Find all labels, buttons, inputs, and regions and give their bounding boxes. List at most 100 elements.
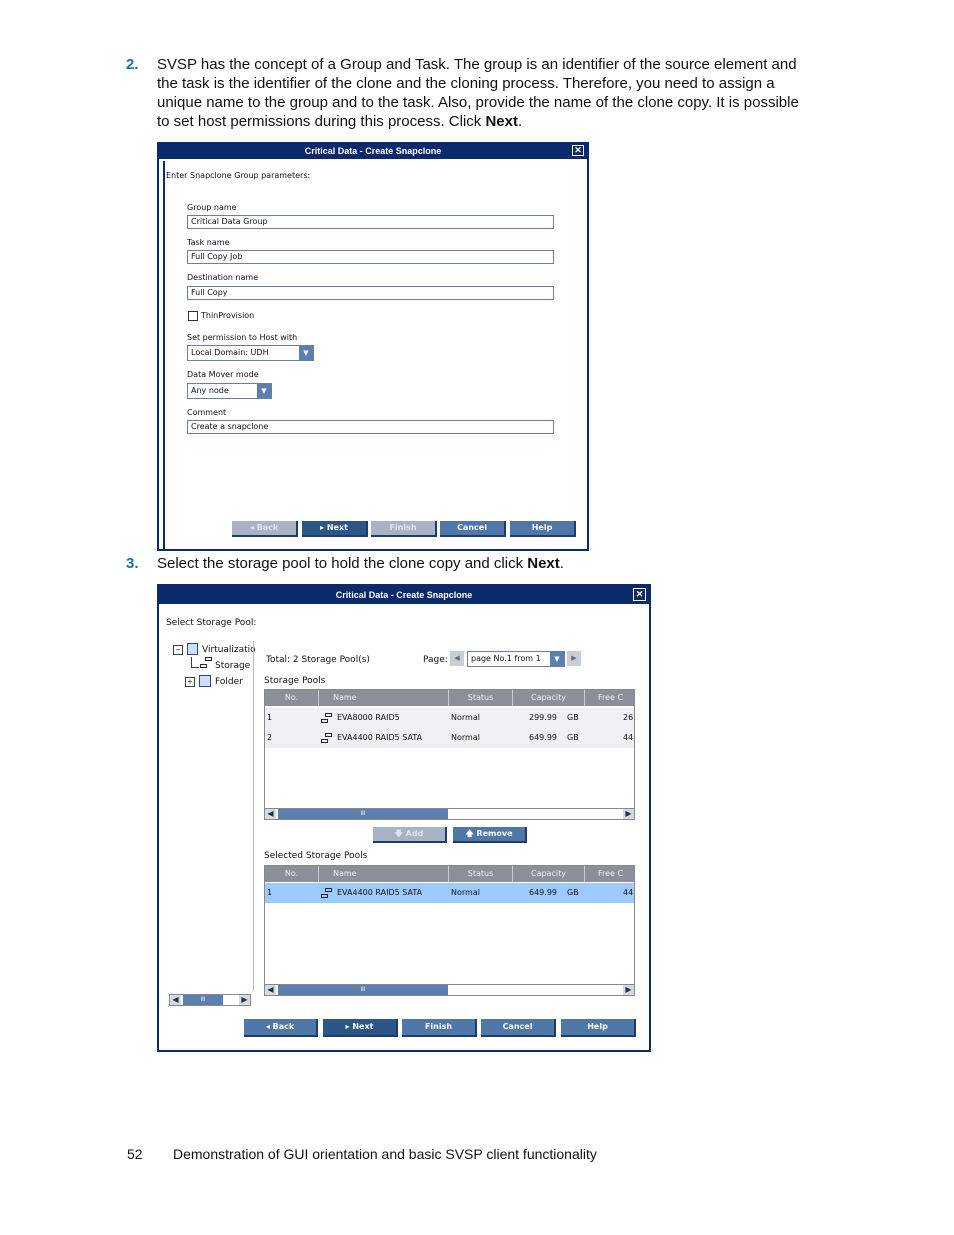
next-page-icon[interactable]: ▶	[567, 651, 581, 666]
host-permission-value: Local Domain: UDH	[191, 348, 269, 357]
step-3-period: .	[559, 555, 564, 572]
create-snapclone-dialog-1: Critical Data - Create Snapclone ✕ Enter…	[157, 142, 589, 551]
next-emphasis: Next	[527, 555, 560, 572]
folder-icon	[199, 675, 211, 687]
step-number: 3.	[126, 555, 139, 572]
col-name[interactable]: Name	[319, 866, 449, 882]
tree-item-storage[interactable]: Storage	[215, 661, 250, 671]
data-mover-label: Data Mover mode	[187, 370, 259, 379]
cancel-button[interactable]: Cancel	[440, 521, 506, 537]
chevron-down-icon[interactable]: ▼	[550, 652, 564, 666]
dialog-title: Critical Data - Create Snapclone	[304, 146, 442, 156]
col-capacity[interactable]: Capacity	[513, 690, 585, 706]
cancel-button[interactable]: Cancel	[481, 1019, 556, 1037]
step-2-period: .	[517, 113, 523, 130]
cell-status: Normal	[451, 713, 480, 722]
storage-pools-label: Storage Pools	[264, 676, 326, 686]
selected-pools-label: Selected Storage Pools	[264, 851, 368, 861]
next-label: Next	[352, 1022, 374, 1031]
prev-page-icon[interactable]: ◀	[450, 651, 464, 666]
scroll-thumb[interactable]: III	[278, 985, 448, 995]
next-button[interactable]: ▸ Next	[302, 521, 368, 537]
expand-icon[interactable]: +	[185, 677, 195, 687]
finish-label: Finish	[389, 523, 417, 532]
scroll-right-icon[interactable]: ▶	[623, 985, 634, 995]
close-icon[interactable]: ✕	[633, 588, 646, 601]
comment-input[interactable]: Create a snapclone	[187, 420, 554, 434]
cell-capacity: 649.99	[529, 888, 557, 897]
help-button[interactable]: Help	[561, 1019, 636, 1037]
remove-label: Remove	[476, 829, 513, 838]
scroll-left-icon[interactable]: ◀	[265, 809, 276, 819]
pools-horizontal-scrollbar[interactable]: ◀ III ▶	[264, 808, 635, 820]
storage-pool-icon	[200, 657, 212, 669]
host-permission-select[interactable]: Local Domain: UDH ▼	[187, 345, 314, 361]
add-button[interactable]: 🡇 Add	[373, 827, 447, 843]
table-row-selected[interactable]: 1 EVA4400 RAID5 SATA Normal 649.99 GB 44	[265, 883, 634, 903]
back-label: Back	[272, 1022, 295, 1031]
back-button[interactable]: ◂ Back	[244, 1019, 318, 1037]
page-number: 52	[127, 1146, 143, 1162]
scroll-right-icon[interactable]: ▶	[623, 809, 634, 819]
col-status[interactable]: Status	[449, 690, 513, 706]
col-name[interactable]: Name	[319, 690, 449, 706]
cell-free: 44	[623, 733, 634, 742]
selected-horizontal-scrollbar[interactable]: ◀ III ▶	[264, 984, 635, 996]
scroll-left-icon[interactable]: ◀	[170, 995, 181, 1005]
dialog-titlebar: Critical Data - Create Snapclone ✕	[159, 586, 649, 604]
pool-name: EVA4400 RAID5 SATA	[337, 888, 423, 897]
table-row[interactable]: 1 EVA8000 RAID5 Normal 299.99 GB 26	[265, 708, 634, 728]
pool-tree: − Virtualizatio Storage + Folder	[169, 641, 256, 1006]
table-header: No. Name Status Capacity Free C	[265, 866, 634, 882]
data-mover-select[interactable]: Any node ▼	[187, 383, 272, 399]
help-button[interactable]: Help	[510, 521, 576, 537]
destination-name-input[interactable]: Full Copy	[187, 286, 554, 300]
tree-item-folder[interactable]: Folder	[215, 677, 243, 687]
scroll-thumb[interactable]: III	[183, 995, 223, 1005]
table-row[interactable]: 2 EVA4400 RAID5 SATA Normal 649.99 GB 44	[265, 728, 634, 748]
chevron-down-icon[interactable]: ▼	[299, 346, 313, 360]
scroll-right-icon[interactable]: ▶	[239, 995, 250, 1005]
pool-name: EVA8000 RAID5	[337, 713, 400, 722]
step-number: 2.	[126, 56, 139, 73]
cell-name: EVA8000 RAID5	[321, 712, 400, 724]
step-text: Select the storage pool to hold the clon…	[157, 554, 807, 573]
scroll-left-icon[interactable]: ◀	[265, 985, 276, 995]
scroll-thumb[interactable]: III	[278, 809, 448, 819]
col-free[interactable]: Free C	[585, 866, 636, 882]
step-2-body: SVSP has the concept of a Group and Task…	[157, 56, 799, 130]
scroll-grip: III	[360, 811, 366, 817]
back-button[interactable]: ◂ Back	[232, 521, 298, 537]
dialog-intro: Enter Snapclone Group parameters:	[166, 171, 311, 180]
remove-button[interactable]: 🡅 Remove	[453, 827, 527, 843]
pool-name: EVA4400 RAID5 SATA	[337, 733, 423, 742]
col-no[interactable]: No.	[265, 866, 319, 882]
thin-provision-checkbox[interactable]	[188, 311, 198, 321]
tree-item-virtualization[interactable]: Virtualizatio	[202, 645, 256, 655]
col-status[interactable]: Status	[449, 866, 513, 882]
destination-name-label: Destination name	[187, 273, 259, 282]
finish-button[interactable]: Finish	[371, 521, 437, 537]
tree-horizontal-scrollbar[interactable]: ◀ III ▶	[169, 994, 251, 1006]
storage-pool-icon	[321, 887, 333, 898]
left-border	[163, 161, 165, 549]
finish-button[interactable]: Finish	[402, 1019, 477, 1037]
data-mover-value: Any node	[191, 386, 229, 395]
col-free[interactable]: Free C	[585, 690, 636, 706]
col-capacity[interactable]: Capacity	[513, 866, 585, 882]
cell-capacity: 649.99	[529, 733, 557, 742]
task-name-label: Task name	[187, 238, 230, 247]
next-button[interactable]: ▸ Next	[323, 1019, 398, 1037]
cell-status: Normal	[451, 888, 480, 897]
storage-pool-icon	[321, 732, 333, 743]
group-name-input[interactable]: Critical Data Group	[187, 215, 554, 229]
host-permission-label: Set permission to Host with	[187, 333, 298, 342]
collapse-icon[interactable]: −	[173, 645, 183, 655]
chevron-down-icon[interactable]: ▼	[257, 384, 271, 398]
close-icon[interactable]: ✕	[572, 145, 584, 156]
back-label: Back	[256, 523, 279, 532]
page-select[interactable]: page No.1 from 1 ▼	[467, 651, 565, 667]
cell-status: Normal	[451, 733, 480, 742]
task-name-input[interactable]: Full Copy Job	[187, 250, 554, 264]
col-no[interactable]: No.	[265, 690, 319, 706]
